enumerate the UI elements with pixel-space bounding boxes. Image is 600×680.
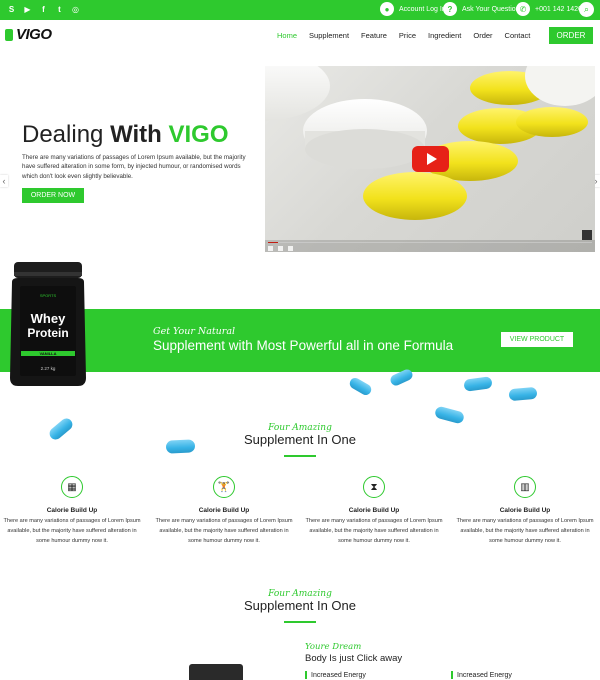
pill-decoration (508, 386, 538, 402)
product-jar-partial (189, 664, 243, 680)
main-nav: Home Supplement Feature Price Ingredient… (277, 31, 542, 40)
account-login-link[interactable]: ● Account Log In (380, 2, 446, 16)
video-controls (265, 240, 595, 252)
tablet-pack-icon: ▦ (61, 476, 83, 498)
weightlifter-icon: 🏋 (213, 476, 235, 498)
bullet-bar (451, 671, 453, 679)
user-icon: ● (380, 2, 394, 16)
order-now-button[interactable]: ORDER NOW (22, 188, 84, 203)
question-icon: ? (443, 2, 457, 16)
dream-title: Body Is just Click away (305, 653, 403, 664)
view-product-button[interactable]: VIEW PRODUCT (501, 332, 573, 347)
volume-icon[interactable] (288, 246, 293, 251)
play-icon[interactable] (268, 246, 273, 251)
video-player[interactable] (265, 66, 595, 252)
section2-divider (284, 621, 316, 623)
feature-card: ▥ Calorie Build Up There are many variat… (455, 476, 595, 546)
account-login-label: Account Log In (399, 5, 446, 13)
header: VIGO Home Supplement Feature Price Ingre… (0, 20, 600, 52)
ask-question-link[interactable]: ? Ask Your Question (443, 2, 520, 16)
phone-contact[interactable]: ✆ +001 142 1426 (516, 2, 582, 16)
energy-item: Increased Energy (451, 671, 512, 679)
section-title: Supplement In One (243, 432, 357, 447)
hero-title-brand: VIGO (168, 121, 229, 148)
feature-card: 🏋 Calorie Build Up There are many variat… (154, 476, 294, 546)
section-divider (284, 455, 316, 457)
logo-text: VIGO (16, 26, 52, 43)
energy-label: Increased Energy (457, 671, 512, 679)
ask-question-label: Ask Your Question (462, 5, 520, 13)
facebook-icon[interactable]: f (38, 4, 49, 15)
jar-brand: SPORTS (40, 293, 57, 298)
hero-title: Dealing With VIGO (22, 121, 229, 149)
dream-subtitle: Youre Dream (305, 642, 362, 652)
jar-label-line2: Protein (27, 326, 68, 340)
nav-item-order[interactable]: Order (473, 31, 492, 40)
nav-item-feature[interactable]: Feature (361, 31, 387, 40)
section2-title: Supplement In One (243, 598, 357, 613)
order-button[interactable]: ORDER (549, 27, 593, 44)
phone-icon: ✆ (516, 2, 530, 16)
feature-card: ⧗ Calorie Build Up There are many variat… (304, 476, 444, 546)
pill-decoration (347, 375, 374, 398)
top-bar: S ▶ f t ◎ ● Account Log In ? Ask Your Qu… (0, 0, 600, 20)
feature-title: Calorie Build Up (46, 507, 98, 514)
feature-text: There are many variations of passages of… (305, 518, 443, 544)
play-button[interactable] (412, 146, 449, 172)
feature-title: Calorie Build Up (348, 507, 400, 514)
instagram-icon[interactable]: ◎ (70, 4, 81, 15)
nav-item-ingredient[interactable]: Ingredient (428, 31, 461, 40)
feature-text: There are many variations of passages of… (155, 518, 293, 544)
nav-item-price[interactable]: Price (399, 31, 416, 40)
hero-title-bold: With (110, 121, 169, 148)
nav-item-supplement[interactable]: Supplement (309, 31, 349, 40)
feature-title: Calorie Build Up (499, 507, 551, 514)
pill-decoration (463, 376, 493, 392)
slider-prev-arrow[interactable]: ‹ (0, 175, 8, 187)
youtube-icon[interactable]: ▶ (22, 4, 33, 15)
energy-label: Increased Energy (311, 671, 366, 679)
jar-label-line1: Whey (31, 311, 66, 326)
whey-protein-jar: SPORTS Whey Protein VANILLA 2.27 kg (10, 262, 86, 386)
jar-flavor: VANILLA (39, 351, 56, 356)
feature-title: Calorie Build Up (198, 507, 250, 514)
video-control-buttons (268, 246, 293, 251)
jar-weight: 2.27 kg (41, 366, 56, 371)
hero-description: There are many variations of passages of… (22, 154, 246, 180)
bullet-bar (305, 671, 307, 679)
hero-title-light: Dealing (22, 121, 111, 148)
phone-number: +001 142 1426 (535, 5, 582, 13)
pill-decoration (433, 405, 466, 425)
search-icon[interactable]: ⌕ (579, 2, 594, 17)
bottle-icon (5, 28, 13, 41)
feature-text: There are many variations of passages of… (456, 518, 594, 544)
energy-item: Increased Energy (305, 671, 366, 679)
next-icon[interactable] (278, 246, 283, 251)
social-links: S ▶ f t ◎ (6, 4, 81, 15)
bar-chart-icon: ▥ (514, 476, 536, 498)
band-title: Supplement with Most Powerful all in one… (153, 338, 454, 353)
feature-card: ▦ Calorie Build Up There are many variat… (2, 476, 142, 546)
nav-item-contact[interactable]: Contact (505, 31, 531, 40)
twitter-icon[interactable]: t (54, 4, 65, 15)
video-logo (582, 230, 592, 240)
logo[interactable]: VIGO (5, 26, 52, 43)
nav-item-home[interactable]: Home (277, 31, 297, 40)
band-subtitle: Get Your Natural (153, 326, 236, 337)
feature-text: There are many variations of passages of… (3, 518, 141, 544)
skype-icon[interactable]: S (6, 4, 17, 15)
hourglass-icon: ⧗ (363, 476, 385, 498)
